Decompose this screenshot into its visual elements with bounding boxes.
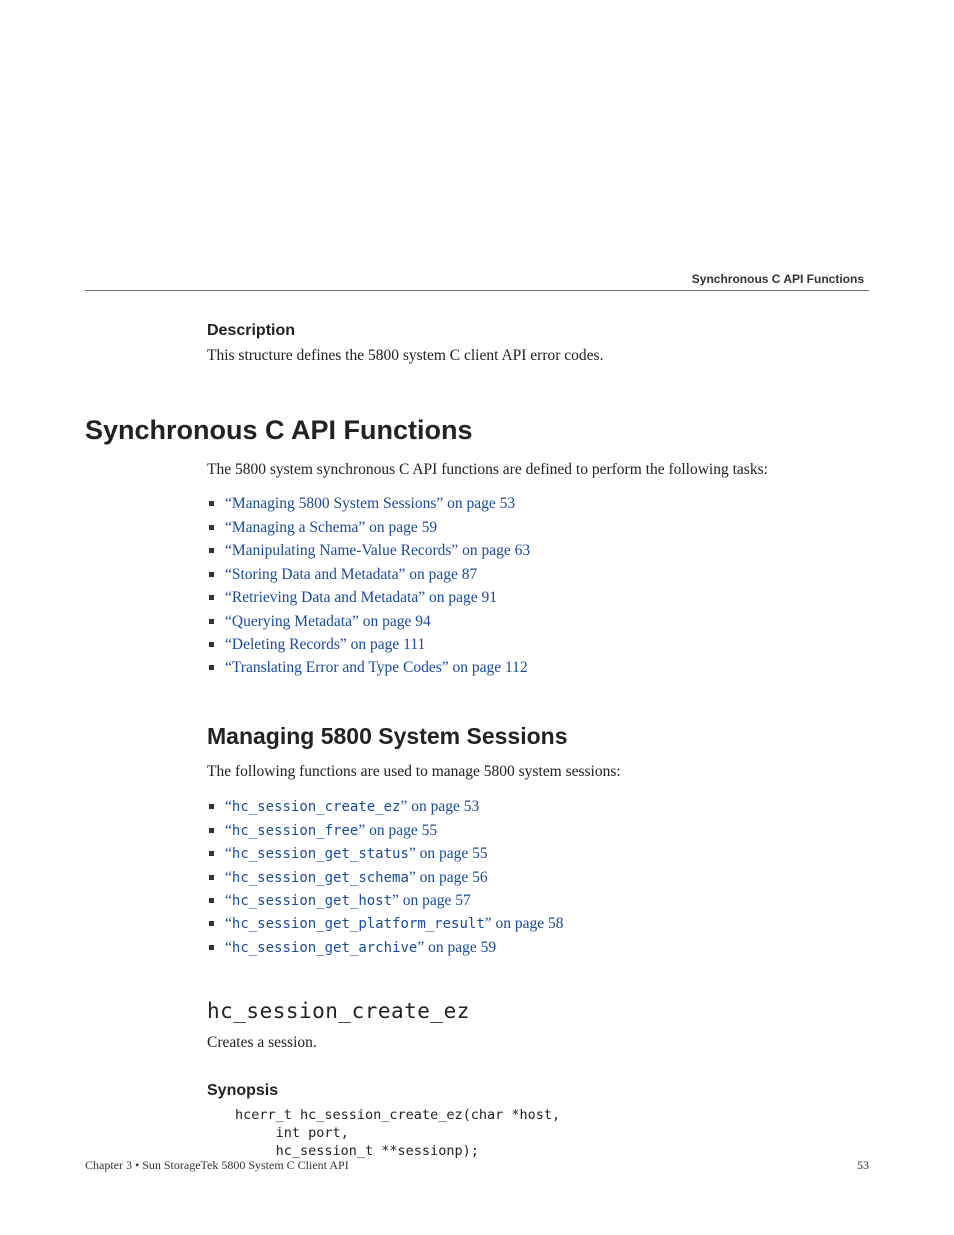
page-footer: Chapter 3 • Sun StorageTek 5800 System C…: [85, 1158, 869, 1173]
cross-ref-link[interactable]: “Managing a Schema” on page 59: [225, 519, 437, 536]
description-text: This structure defines the 5800 system C…: [207, 346, 869, 367]
section-link-item: “Deleting Records” on page 111: [207, 635, 869, 656]
cross-ref-link[interactable]: “Retrieving Data and Metadata” on page 9…: [225, 589, 497, 606]
cross-ref-link[interactable]: “Deleting Records” on page 111: [225, 636, 425, 653]
synopsis-heading: Synopsis: [207, 1080, 869, 1102]
subsection-intro: The following functions are used to mana…: [207, 762, 869, 783]
footer-chapter: Chapter 3 • Sun StorageTek 5800 System C…: [85, 1158, 349, 1172]
cross-ref-link[interactable]: “Manipulating Name-Value Records” on pag…: [225, 542, 530, 559]
section-title: Synchronous C API Functions: [85, 415, 869, 446]
function-link-item: “hc_session_free” on page 55: [207, 821, 869, 842]
section-link-item: “Retrieving Data and Metadata” on page 9…: [207, 588, 869, 609]
subsection-title: Managing 5800 System Sessions: [207, 721, 869, 752]
cross-ref-link[interactable]: “hc_session_get_status” on page 55: [225, 845, 488, 862]
cross-ref-link[interactable]: “hc_session_get_platform_result” on page…: [225, 915, 564, 932]
function-desc: Creates a session.: [207, 1033, 869, 1054]
cross-ref-link[interactable]: “Translating Error and Type Codes” on pa…: [225, 659, 528, 676]
function-link-item: “hc_session_get_archive” on page 59: [207, 938, 869, 959]
function-link-item: “hc_session_get_schema” on page 56: [207, 868, 869, 889]
section-intro: The 5800 system synchronous C API functi…: [207, 460, 869, 481]
section-link-item: “Translating Error and Type Codes” on pa…: [207, 658, 869, 679]
section-link-list: “Managing 5800 System Sessions” on page …: [207, 494, 869, 679]
cross-ref-link[interactable]: “Querying Metadata” on page 94: [225, 613, 431, 630]
function-link-item: “hc_session_get_host” on page 57: [207, 891, 869, 912]
description-heading: Description: [207, 320, 869, 342]
function-link-list: “hc_session_create_ez” on page 53 “hc_ses…: [207, 797, 869, 958]
cross-ref-link[interactable]: “hc_session_get_schema” on page 56: [225, 869, 488, 886]
cross-ref-link[interactable]: “Managing 5800 System Sessions” on page …: [225, 495, 515, 512]
cross-ref-link[interactable]: “Storing Data and Metadata” on page 87: [225, 566, 477, 583]
section-link-item: “Querying Metadata” on page 94: [207, 612, 869, 633]
cross-ref-link[interactable]: “hc_session_create_ez” on page 53: [225, 798, 479, 815]
function-link-item: “hc_session_get_platform_result” on page…: [207, 914, 869, 935]
header-rule: [85, 290, 869, 291]
cross-ref-link[interactable]: “hc_session_free” on page 55: [225, 822, 437, 839]
section-link-item: “Manipulating Name-Value Records” on pag…: [207, 541, 869, 562]
function-link-item: “hc_session_create_ez” on page 53: [207, 797, 869, 818]
cross-ref-link[interactable]: “hc_session_get_host” on page 57: [225, 892, 471, 909]
synopsis-code: hcerr_t hc_session_create_ez(char *host,…: [235, 1106, 869, 1161]
section-link-item: “Managing a Schema” on page 59: [207, 518, 869, 539]
footer-page-number: 53: [857, 1158, 869, 1173]
running-head: Synchronous C API Functions: [692, 272, 864, 286]
function-name: hc_session_create_ez: [207, 997, 869, 1025]
section-link-item: “Managing 5800 System Sessions” on page …: [207, 494, 869, 515]
cross-ref-link[interactable]: “hc_session_get_archive” on page 59: [225, 939, 496, 956]
function-link-item: “hc_session_get_status” on page 55: [207, 844, 869, 865]
section-link-item: “Storing Data and Metadata” on page 87: [207, 565, 869, 586]
